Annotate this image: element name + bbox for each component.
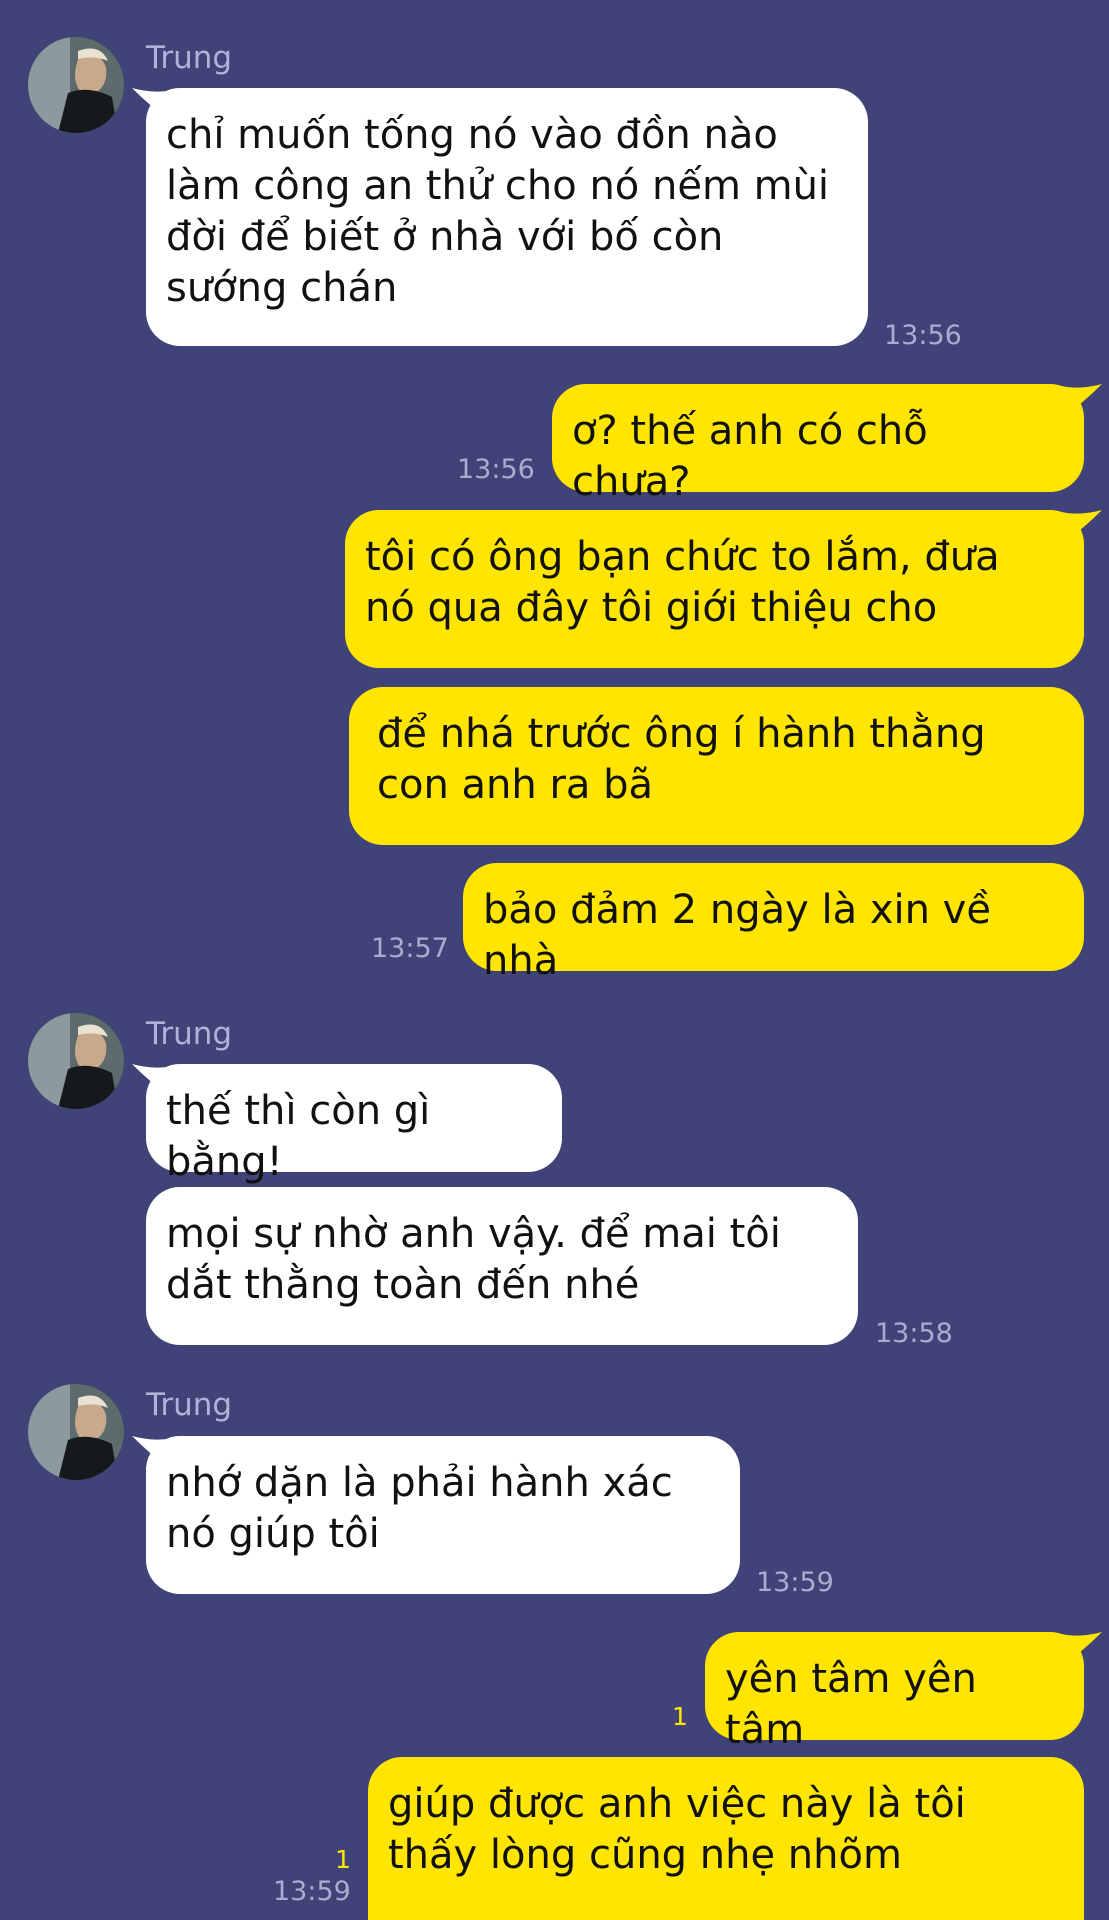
avatar-photo-icon [28,1013,124,1109]
message-bubble-outgoing[interactable]: yên tâm yên tâm [705,1632,1084,1753]
message-bubble-outgoing[interactable]: bảo đảm 2 ngày là xin về nhà [463,863,1084,984]
message-text: để nhá trước ông í hành thằng con anh ra… [377,711,986,808]
message-bubble-outgoing[interactable]: giúp được anh việc này là tôi thấy lòng … [368,1757,1084,1920]
message-bubble-incoming[interactable]: mọi sự nhờ anh vậy. để mai tôi dắt thằng… [146,1187,858,1345]
message-text: tôi có ông bạn chức to lắm, đưa nó qua đ… [365,534,1000,631]
read-receipt-count: 1 [335,1845,351,1874]
message-bubble-outgoing[interactable]: tôi có ông bạn chức to lắm, đưa nó qua đ… [345,510,1084,668]
message-time: 13:58 [875,1318,953,1349]
message-bubble-incoming[interactable]: nhớ dặn là phải hành xác nó giúp tôi [146,1436,740,1594]
contact-avatar[interactable] [28,1384,124,1480]
message-bubble-incoming[interactable]: chỉ muốn tống nó vào đồn nào làm công an… [146,88,868,346]
contact-avatar[interactable] [28,1013,124,1109]
read-receipt-count: 1 [672,1702,688,1731]
message-text: yên tâm yên tâm [725,1656,977,1753]
avatar-photo-icon [28,1384,124,1480]
bubble-tail [1062,510,1102,544]
message-time: 13:56 [884,320,962,351]
message-time: 13:56 [457,454,535,485]
message-bubble-outgoing[interactable]: ơ? thế anh có chỗ chưa? [552,384,1084,505]
bubble-tail [1062,384,1102,418]
message-bubble-outgoing[interactable]: để nhá trước ông í hành thằng con anh ra… [349,687,1084,845]
sender-name: Trung [146,1016,233,1052]
message-text: ơ? thế anh có chỗ chưa? [572,408,928,505]
message-text: giúp được anh việc này là tôi thấy lòng … [388,1781,966,1878]
message-text: thế thì còn gì bằng! [166,1088,431,1185]
avatar-photo-icon [28,37,124,133]
message-text: chỉ muốn tống nó vào đồn nào làm công an… [166,112,830,311]
message-time: 13:57 [371,933,449,964]
message-text: bảo đảm 2 ngày là xin về nhà [483,887,991,984]
sender-name: Trung [146,1387,233,1423]
message-time: 13:59 [273,1876,351,1907]
message-time: 13:59 [756,1567,834,1598]
contact-avatar[interactable] [28,37,124,133]
message-bubble-incoming[interactable]: thế thì còn gì bằng! [146,1064,562,1185]
sender-name: Trung [146,40,233,76]
message-text: nhớ dặn là phải hành xác nó giúp tôi [166,1460,673,1557]
message-text: mọi sự nhờ anh vậy. để mai tôi dắt thằng… [166,1211,781,1308]
